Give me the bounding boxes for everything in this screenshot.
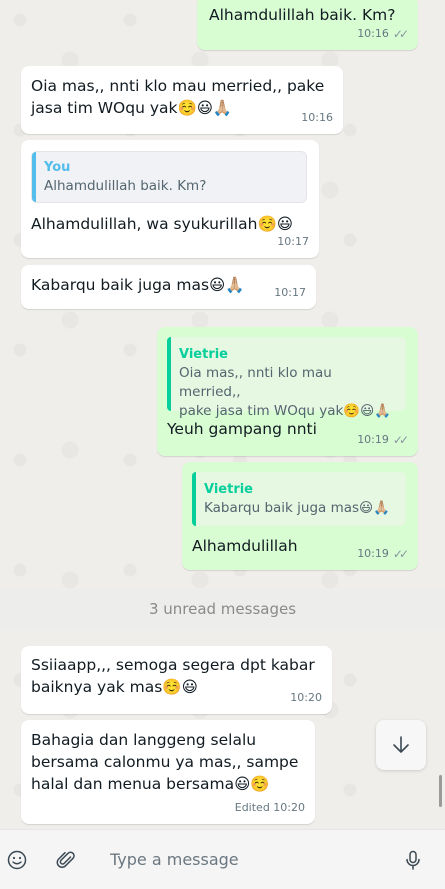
message-meta: 10:19 ✓✓ (357, 429, 409, 451)
emoji-icon (7, 850, 27, 870)
message-time: 10:17 (277, 235, 309, 248)
message-time: Edited 10:20 (234, 801, 305, 814)
quote-text: Kabarqu baik juga mas😃🙏🏼 (204, 500, 390, 516)
message-time: 10:20 (290, 691, 322, 704)
quoted-message[interactable]: You Alhamdulillah baik. Km? (31, 151, 307, 203)
message-text: Bahagia dan langgeng selalu bersama calo… (31, 731, 299, 793)
emoji-button[interactable] (5, 848, 29, 872)
message-outgoing[interactable]: Vietrie Kabarqu baik juga mas😃🙏🏼 Alhamdu… (182, 462, 418, 570)
quote-text: Oia mas,, nnti klo mau merried,, pake ja… (179, 365, 392, 419)
message-text: Ssiiaapp,,, semoga segera dpt kabar baik… (31, 656, 315, 696)
chat-area[interactable]: Alhamdulillah baik. Km? 10:16 ✓✓ Oia mas… (0, 0, 445, 829)
message-incoming[interactable]: You Alhamdulillah baik. Km? Alhamdulilla… (21, 140, 319, 258)
double-check-icon: ✓✓ (392, 27, 409, 41)
message-meta: Edited 10:20 (235, 797, 305, 819)
message-meta: 10:20 (290, 687, 322, 709)
scrollbar-thumb[interactable] (439, 775, 442, 807)
message-meta: 10:16 (301, 107, 333, 129)
message-meta: 10:17 (274, 282, 306, 304)
message-incoming[interactable]: Oia mas,, nnti klo mau merried,, pake ja… (21, 66, 343, 134)
message-outgoing[interactable]: Vietrie Oia mas,, nnti klo mau merried,,… (157, 327, 418, 456)
message-text: Oia mas,, nnti klo mau merried,, pake ja… (31, 77, 325, 117)
unread-count-label: 3 unread messages (148, 600, 297, 618)
message-text: Kabarqu baik juga mas😃🙏🏼 (31, 276, 245, 294)
message-time: 10:16 (357, 27, 389, 40)
message-meta: 10:16 ✓✓ (357, 23, 409, 45)
message-incoming[interactable]: Ssiiaapp,,, semoga segera dpt kabar baik… (21, 646, 332, 714)
message-incoming[interactable]: Bahagia dan langgeng selalu bersama calo… (21, 720, 315, 824)
quote-author: Vietrie (204, 482, 254, 497)
message-meta: 10:17 (277, 231, 309, 253)
scroll-to-bottom-button[interactable] (376, 720, 426, 770)
double-check-icon: ✓✓ (392, 547, 409, 561)
message-time: 10:17 (274, 286, 306, 299)
attach-button[interactable] (54, 848, 78, 872)
message-input[interactable] (110, 844, 380, 874)
quote-text: Alhamdulillah baik. Km? (44, 178, 207, 194)
quote-author: You (44, 160, 71, 175)
message-incoming[interactable]: Kabarqu baik juga mas😃🙏🏼 10:17 (21, 265, 316, 309)
quoted-message[interactable]: Vietrie Kabarqu baik juga mas😃🙏🏼 (192, 472, 406, 526)
arrow-down-icon (393, 736, 409, 753)
unread-messages-divider: 3 unread messages (0, 588, 445, 630)
message-composer (0, 829, 445, 889)
quote-author: Vietrie (179, 347, 229, 362)
message-time: 10:19 (357, 433, 389, 446)
message-text: Alhamdulillah, wa syukurillah☺️😃 (31, 215, 293, 233)
message-time: 10:16 (301, 111, 333, 124)
double-check-icon: ✓✓ (392, 433, 409, 447)
message-outgoing[interactable]: Alhamdulillah baik. Km? 10:16 ✓✓ (197, 0, 418, 50)
quoted-message[interactable]: Vietrie Oia mas,, nnti klo mau merried,,… (167, 337, 406, 419)
message-time: 10:19 (357, 547, 389, 560)
message-meta: 10:19 ✓✓ (357, 543, 409, 565)
paperclip-icon (56, 851, 75, 868)
voice-message-button[interactable] (401, 848, 425, 872)
microphone-icon (406, 850, 420, 870)
